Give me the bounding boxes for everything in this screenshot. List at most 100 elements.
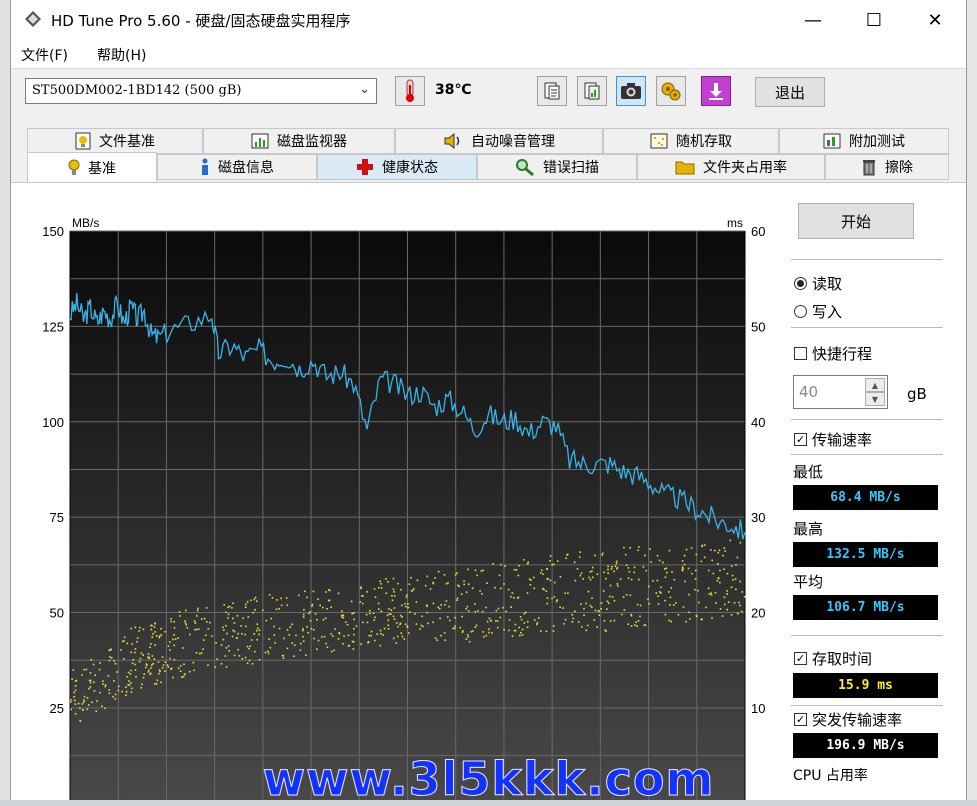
- temperature-button[interactable]: [395, 76, 425, 106]
- tab-erase[interactable]: 擦除: [825, 154, 949, 180]
- minimize-button[interactable]: —: [790, 0, 836, 40]
- tab-benchmark[interactable]: 基准: [27, 152, 157, 182]
- access-time-point: [682, 606, 685, 608]
- tab-disk-info[interactable]: 磁盘信息: [157, 154, 317, 180]
- access-time-point: [360, 643, 362, 645]
- access-time-point: [90, 659, 92, 661]
- benchmark-panel: 25 50 75 100 125 150 10 20 30 40 50 60 MB/s ms 开始 读取 …: [11, 182, 966, 800]
- access-time-point: [79, 707, 81, 710]
- magnifier-icon: [516, 159, 534, 176]
- access-time-point: [195, 652, 198, 654]
- access-time-point: [323, 635, 326, 638]
- access-time-point: [454, 574, 457, 576]
- access-time-point: [83, 701, 85, 703]
- access-time-point: [421, 615, 423, 618]
- transfer-rate-label: 传输速率: [812, 431, 873, 449]
- access-time-point: [310, 627, 313, 630]
- start-button[interactable]: 开始: [798, 203, 914, 239]
- access-time-point: [151, 655, 154, 657]
- tab-file-benchmark[interactable]: 文件基准: [27, 128, 203, 154]
- access-time-point: [70, 701, 72, 703]
- drive-select[interactable]: ST500DM002-1BD142 (500 gB) ⌄: [25, 78, 377, 104]
- access-time-point: [563, 623, 565, 625]
- access-time-point: [145, 663, 148, 665]
- access-time-point: [231, 607, 233, 609]
- tab-folder-usage[interactable]: 文件夹占用率: [637, 154, 825, 180]
- access-time-point: [362, 621, 364, 624]
- menu-help[interactable]: 帮助(H): [97, 45, 146, 65]
- access-time-point: [392, 615, 395, 618]
- access-time-point: [131, 662, 134, 665]
- access-time-point: [309, 611, 312, 613]
- access-time-point: [714, 549, 716, 552]
- stepper-up-icon[interactable]: ▲: [865, 378, 885, 392]
- access-time-point: [627, 567, 630, 569]
- access-time-point: [540, 630, 542, 632]
- screenshot-button[interactable]: [616, 76, 646, 106]
- access-time-point: [244, 656, 247, 659]
- read-radio-label: 读取: [812, 275, 843, 293]
- access-time-point: [132, 658, 135, 661]
- access-time-point: [707, 569, 710, 572]
- tab-health[interactable]: 健康状态: [317, 154, 477, 180]
- access-time-point: [158, 672, 160, 675]
- copy-image-button[interactable]: [577, 76, 607, 106]
- access-time-point: [726, 572, 729, 575]
- access-time-point: [140, 652, 143, 655]
- access-time-point: [338, 632, 341, 635]
- access-time-point: [130, 627, 132, 630]
- write-radio[interactable]: 写入: [794, 301, 842, 322]
- save-button[interactable]: [701, 76, 731, 106]
- chevron-down-icon: ⌄: [359, 82, 370, 97]
- access-time-point: [466, 605, 469, 608]
- short-stroke-stepper[interactable]: 40 ▲ ▼: [793, 375, 888, 409]
- burst-rate-checkbox[interactable]: ✓ 突发传输速率: [794, 709, 902, 730]
- disk-monitor-icon: [251, 133, 269, 149]
- stepper-down-icon[interactable]: ▼: [865, 392, 885, 406]
- access-time-point: [293, 655, 295, 657]
- access-time-point: [615, 560, 618, 563]
- access-time-point: [461, 631, 464, 633]
- access-time-point: [355, 625, 358, 627]
- access-time-point: [231, 635, 234, 638]
- access-time-point: [407, 606, 409, 609]
- menu-file[interactable]: 文件(F): [21, 45, 68, 65]
- close-button[interactable]: ✕: [912, 0, 958, 40]
- access-time-point: [206, 621, 208, 623]
- access-time-point: [540, 572, 542, 574]
- short-stroke-checkbox[interactable]: 快捷行程: [794, 343, 872, 364]
- access-time-point: [139, 626, 141, 629]
- access-time-point: [474, 626, 477, 628]
- access-time-point: [128, 684, 131, 687]
- exit-button[interactable]: 退出: [755, 77, 825, 107]
- access-time-checkbox[interactable]: ✓ 存取时间: [794, 648, 872, 669]
- access-time-point: [330, 650, 333, 653]
- access-time-point: [578, 556, 581, 558]
- access-time-point: [353, 612, 355, 614]
- tab-random-access[interactable]: 随机存取: [603, 128, 779, 154]
- read-radio[interactable]: 读取: [794, 273, 842, 294]
- access-time-point: [196, 609, 199, 612]
- access-time-point: [130, 669, 132, 672]
- access-time-point: [567, 592, 569, 594]
- access-time-point: [251, 663, 254, 665]
- tab-disk-monitor[interactable]: 磁盘监视器: [203, 128, 395, 154]
- title-bar[interactable]: HD Tune Pro 5.60 - 硬盘/固态硬盘实用程序 — ☐ ✕: [11, 0, 966, 40]
- access-time-point: [169, 657, 171, 660]
- copy-text-button[interactable]: [537, 76, 567, 106]
- transfer-rate-checkbox[interactable]: ✓ 传输速率: [794, 429, 872, 450]
- access-time-point: [443, 574, 446, 576]
- access-time-point: [585, 602, 587, 605]
- access-time-point: [677, 614, 680, 616]
- access-time-point: [227, 617, 229, 619]
- access-time-point: [643, 624, 646, 626]
- access-time-point: [302, 613, 305, 616]
- options-button[interactable]: [656, 76, 686, 106]
- access-time-point: [656, 579, 659, 582]
- tab-error-scan[interactable]: 错误扫描: [477, 154, 637, 180]
- access-time-point: [378, 608, 380, 610]
- maximize-button[interactable]: ☐: [851, 0, 897, 40]
- tab-extra-tests[interactable]: 附加测试: [779, 128, 949, 154]
- tab-acoustic[interactable]: 自动噪音管理: [395, 128, 603, 154]
- access-time-point: [288, 634, 291, 636]
